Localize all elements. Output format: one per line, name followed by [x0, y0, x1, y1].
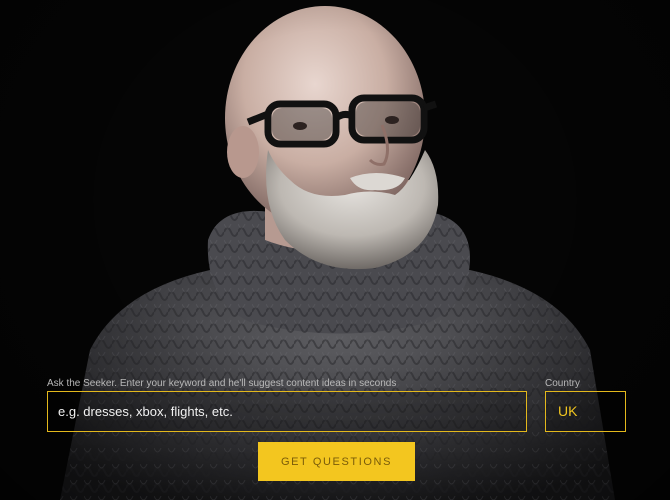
- seeker-page: Ask the Seeker. Enter your keyword and h…: [0, 0, 670, 500]
- get-questions-button[interactable]: GET QUESTIONS: [258, 442, 415, 481]
- keyword-label: Ask the Seeker. Enter your keyword and h…: [47, 378, 397, 389]
- country-label: Country: [545, 378, 581, 389]
- country-select[interactable]: UK: [545, 391, 626, 432]
- keyword-input[interactable]: [47, 391, 527, 432]
